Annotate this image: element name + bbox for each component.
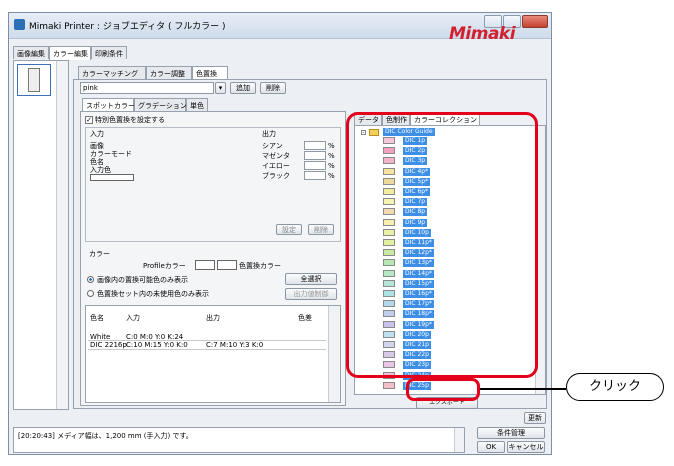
table-scrollbar[interactable] bbox=[328, 306, 340, 402]
tab-spot-color[interactable]: スポットカラー bbox=[82, 98, 135, 112]
input-row-input-color: 入力色 bbox=[90, 166, 111, 174]
tab-gradation[interactable]: グラデーション bbox=[134, 98, 187, 111]
black-field[interactable] bbox=[304, 171, 326, 180]
output-magenta-label: マゼンタ bbox=[262, 152, 290, 160]
checkbox-label: 特別色置換を設定する bbox=[95, 116, 165, 124]
tab-color-matching[interactable]: カラーマッチング bbox=[78, 66, 146, 79]
input-color-swatch bbox=[90, 174, 134, 181]
tab-color-edit[interactable]: カラー編集 bbox=[49, 46, 91, 60]
percent-unit: % bbox=[328, 142, 335, 150]
table-header-output: 出力 bbox=[206, 314, 220, 322]
update-button[interactable]: 更新 bbox=[524, 412, 546, 424]
spot-input-output-group: 入力 画像 カラーモード 色名 入力色 出力 シアン マゼンタ イエロー ブラッ… bbox=[85, 127, 341, 242]
thumbnail-scrollbar[interactable] bbox=[56, 61, 68, 409]
color-set-select[interactable]: pink bbox=[80, 82, 214, 94]
window-title: Mimaki Printer : ジョブエディタ ( フルカラー ) bbox=[29, 22, 226, 32]
highlight-box-export bbox=[406, 378, 480, 401]
delete-set-button[interactable]: 削除 bbox=[260, 82, 286, 94]
percent-unit: % bbox=[328, 162, 335, 170]
percent-unit: % bbox=[328, 172, 335, 180]
page-thumbnail[interactable] bbox=[17, 64, 51, 96]
input-row-color-name: 色名 bbox=[90, 158, 104, 166]
log-scrollbar[interactable] bbox=[454, 428, 464, 452]
delete-button[interactable]: 削除 bbox=[308, 224, 334, 235]
input-row-image: 画像 bbox=[90, 142, 104, 150]
replace-color-swatch bbox=[217, 260, 237, 270]
percent-unit: % bbox=[328, 152, 335, 160]
color-swatch bbox=[383, 381, 395, 389]
callout-click: クリック bbox=[566, 373, 664, 401]
spot-color-panel: ✓ 特別色置換を設定する 入力 画像 カラーモード 色名 入力色 出力 シアン … bbox=[80, 111, 346, 406]
set-button[interactable]: 設定 bbox=[276, 224, 302, 235]
output-yellow-label: イエロー bbox=[262, 162, 290, 170]
cancel-button[interactable]: キャンセル bbox=[507, 441, 545, 453]
table-header-diff: 色差 bbox=[298, 314, 312, 322]
output-value-button[interactable]: 出力値制御 bbox=[285, 288, 337, 300]
tab-print-conditions[interactable]: 印刷条件 bbox=[91, 46, 127, 59]
magenta-field[interactable] bbox=[304, 151, 326, 160]
select-all-button[interactable]: 全選択 bbox=[285, 273, 337, 285]
table-header-input: 入力 bbox=[126, 314, 140, 322]
table-row[interactable]: DIC 2216p C:10 M:15 Y:0 K:0 C:7 M:10 Y:3… bbox=[88, 341, 326, 350]
chevron-down-icon[interactable]: ▾ bbox=[215, 82, 226, 94]
checkbox[interactable]: ✓ bbox=[85, 116, 93, 124]
color-section-title: カラー bbox=[89, 250, 110, 258]
output-cyan-label: シアン bbox=[262, 142, 283, 150]
tab-color-adjust[interactable]: カラー調整 bbox=[146, 66, 192, 79]
callout-line bbox=[480, 388, 566, 390]
tab-image-edit[interactable]: 画像編集 bbox=[13, 46, 49, 59]
radio-unselected[interactable] bbox=[87, 290, 94, 297]
input-title: 入力 bbox=[90, 130, 104, 138]
ok-button[interactable]: OK bbox=[477, 441, 505, 453]
condition-manage-button[interactable]: 条件管理 bbox=[477, 427, 545, 439]
tab-color-replace[interactable]: 色置換 bbox=[192, 66, 228, 80]
tab-single-color[interactable]: 単色 bbox=[186, 98, 208, 111]
thumbnail-panel bbox=[13, 60, 69, 410]
radio-selected[interactable] bbox=[87, 276, 94, 283]
table-header-name: 色名 bbox=[90, 314, 104, 322]
status-log: [20:20:43] メディア幅は、1,200 mm (手入力) です。 bbox=[13, 427, 465, 453]
radio-image-colors-label: 画像内の置換可能色のみ表示 bbox=[97, 276, 188, 284]
cyan-field[interactable] bbox=[304, 141, 326, 150]
output-black-label: ブラック bbox=[262, 172, 290, 180]
app-icon bbox=[14, 19, 25, 30]
add-button[interactable]: 追加 bbox=[230, 82, 256, 94]
status-message: [20:20:43] メディア幅は、1,200 mm (手入力) です。 bbox=[18, 432, 193, 440]
table-row[interactable]: White C:0 M:0 Y:0 K:24 bbox=[88, 333, 326, 341]
input-row-color-mode: カラーモード bbox=[90, 150, 132, 158]
profile-color-label: Profileカラー bbox=[143, 262, 186, 270]
replace-color-label: 色置換カラー bbox=[239, 262, 281, 270]
title-bar: Mimaki Printer : ジョブエディタ ( フルカラー ) Mimak… bbox=[9, 13, 551, 44]
highlight-box-collection bbox=[346, 112, 538, 378]
close-button[interactable] bbox=[522, 15, 548, 28]
color-table: 色名 入力 出力 色差 White C:0 M:0 Y:0 K:24 DIC 2… bbox=[85, 305, 341, 403]
yellow-field[interactable] bbox=[304, 161, 326, 170]
output-title: 出力 bbox=[262, 130, 276, 138]
radio-unused-colors-label: 色置換セット内の未使用色のみ表示 bbox=[97, 290, 209, 298]
profile-color-swatch bbox=[195, 260, 215, 270]
mimaki-logo: Mimaki bbox=[449, 24, 516, 44]
